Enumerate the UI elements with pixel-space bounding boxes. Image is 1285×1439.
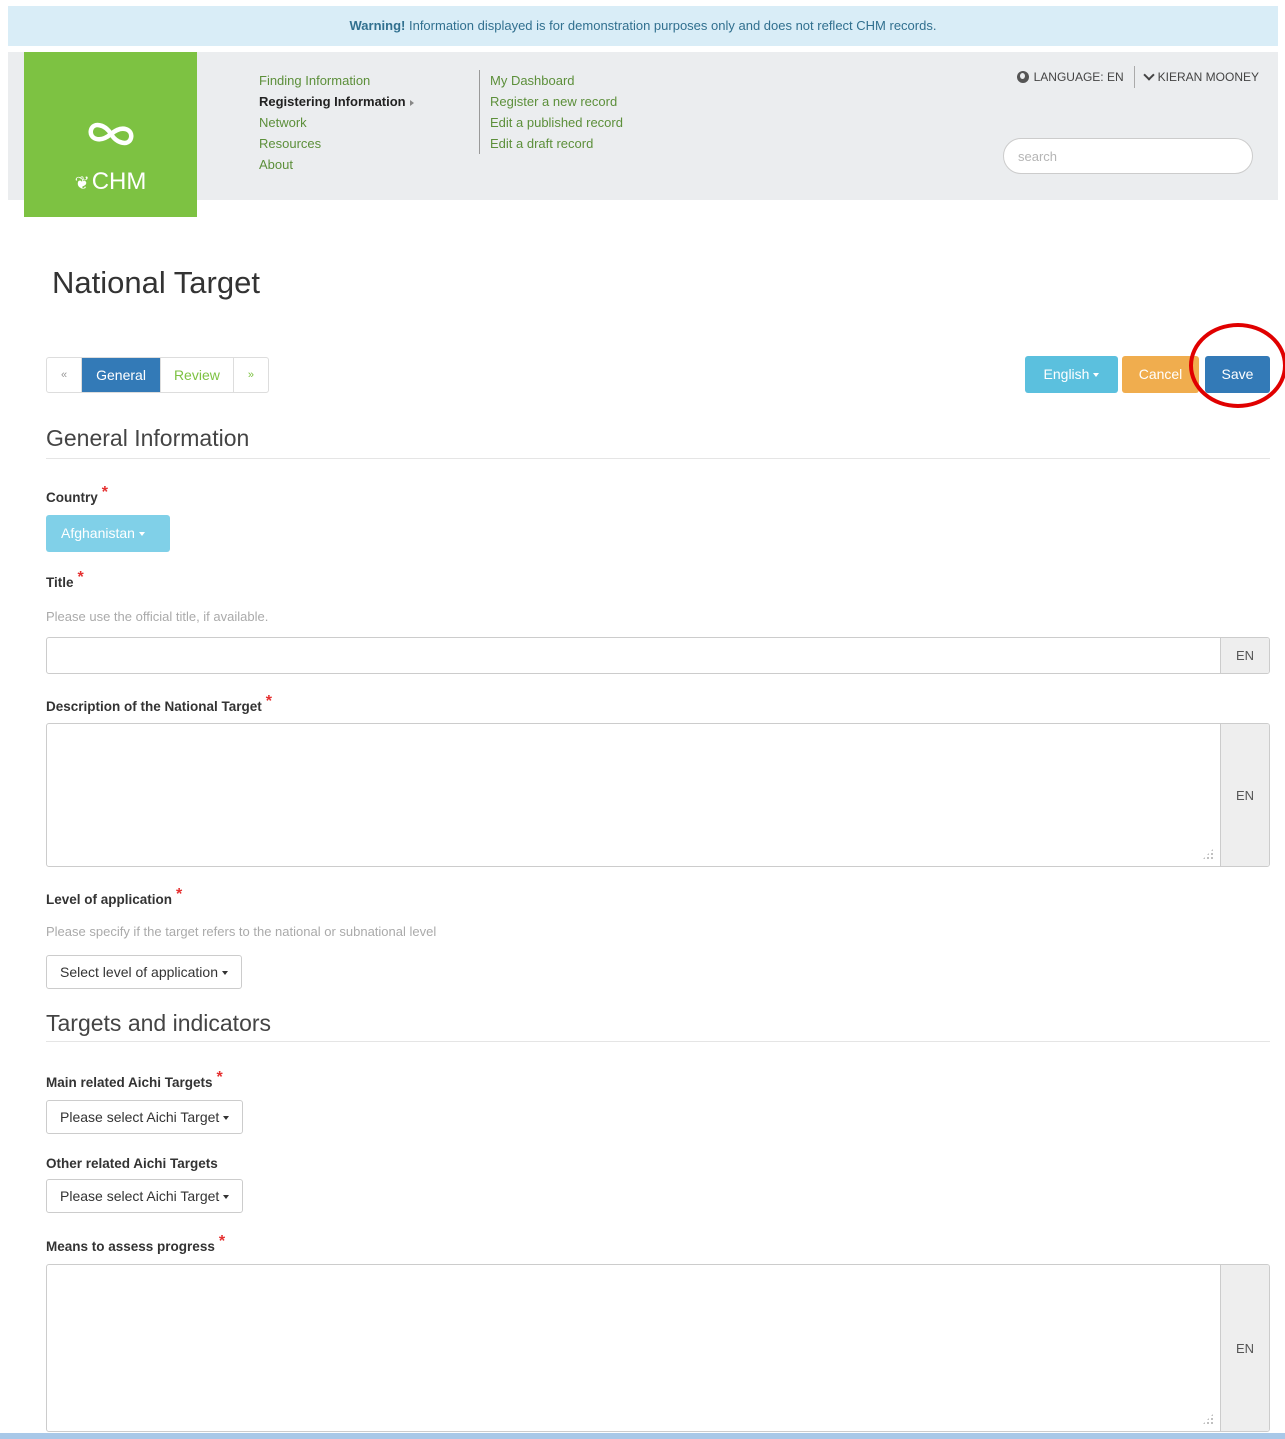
description-input-group: EN [46, 723, 1270, 867]
means-language-addon: EN [1220, 1265, 1269, 1431]
title-input[interactable] [47, 638, 1220, 673]
language-label: LANGUAGE: EN [1033, 70, 1124, 84]
description-textarea[interactable] [47, 724, 1220, 866]
leaf-icon: ❦ [74, 173, 90, 193]
required-marker: * [101, 484, 108, 501]
tab-general[interactable]: General [82, 358, 161, 392]
nav-edit-published-record[interactable]: Edit a published record [490, 112, 623, 133]
tab-review[interactable]: Review [161, 358, 234, 392]
nav-register-new-record[interactable]: Register a new record [490, 91, 623, 112]
warning-label: Warning! [349, 18, 406, 33]
level-help-text: Please specify if the target refers to t… [46, 924, 437, 939]
nav-finding-information[interactable]: Finding Information [259, 70, 414, 91]
language-dropdown-button[interactable]: English [1025, 356, 1118, 393]
required-marker: * [216, 1069, 223, 1086]
means-label-text: Means to assess progress [46, 1239, 215, 1254]
form-tabs: « General Review » [46, 357, 269, 393]
description-language-addon: EN [1220, 724, 1269, 866]
means-label: Means to assess progress * [46, 1233, 225, 1257]
country-label: Country * [46, 484, 108, 508]
required-marker: * [265, 693, 273, 710]
caret-down-icon [223, 1116, 230, 1121]
country-dropdown[interactable]: Afghanistan [46, 515, 170, 552]
other-aichi-label-text: Other related Aichi Targets [46, 1156, 218, 1171]
bottom-border [0, 1433, 1285, 1439]
tab-next-button[interactable]: » [234, 358, 268, 392]
title-input-group: EN [46, 637, 1270, 674]
chm-logo[interactable]: ❦CHM [24, 52, 197, 217]
logo-text: CHM [91, 168, 147, 195]
description-label-text: Description of the National Target [46, 699, 262, 714]
title-label-text: Title [46, 575, 74, 590]
search-input[interactable] [1003, 138, 1253, 174]
warning-text: Information displayed is for demonstrati… [405, 18, 937, 33]
chevron-down-icon [1142, 69, 1155, 81]
level-label: Level of application * [46, 886, 182, 910]
section-divider [46, 458, 1270, 459]
country-label-text: Country [46, 490, 98, 505]
level-dropdown[interactable]: Select level of application [46, 955, 242, 989]
primary-nav: Finding Information Registering Informat… [259, 70, 414, 175]
save-button[interactable]: Save [1205, 356, 1270, 393]
other-aichi-value: Please select Aichi Target [60, 1188, 220, 1204]
nav-network[interactable]: Network [259, 112, 414, 133]
caret-down-icon [1093, 373, 1100, 378]
globe-icon [1016, 71, 1029, 83]
section-divider [46, 1041, 1270, 1042]
required-marker: * [218, 1233, 226, 1250]
secondary-nav: My Dashboard Register a new record Edit … [490, 70, 623, 154]
level-value: Select level of application [60, 964, 218, 980]
caret-down-icon [138, 532, 145, 537]
nav-registering-label: Registering Information [259, 94, 406, 109]
main-aichi-value: Please select Aichi Target [60, 1109, 220, 1125]
resize-grip-icon[interactable] [1202, 848, 1214, 860]
section-targets-heading: Targets and indicators [46, 1010, 272, 1036]
other-aichi-label: Other related Aichi Targets [46, 1156, 218, 1171]
main-aichi-label: Main related Aichi Targets * [46, 1069, 223, 1093]
caret-down-icon [222, 971, 228, 976]
nav-registering-information[interactable]: Registering Information [259, 91, 414, 112]
tab-prev-button[interactable]: « [47, 358, 83, 392]
level-label-text: Level of application [46, 892, 173, 907]
cancel-button[interactable]: Cancel [1122, 356, 1199, 393]
caret-down-icon [223, 1195, 230, 1200]
description-label: Description of the National Target * [46, 693, 272, 717]
nav-my-dashboard[interactable]: My Dashboard [490, 70, 623, 91]
means-input-group: EN [46, 1264, 1270, 1432]
language-dropdown-label: English [1043, 366, 1090, 382]
title-language-addon: EN [1220, 638, 1269, 673]
section-general-heading: General Information [46, 425, 250, 451]
other-aichi-dropdown[interactable]: Please select Aichi Target [46, 1179, 244, 1213]
title-help-text: Please use the official title, if availa… [46, 609, 269, 624]
required-marker: * [176, 886, 183, 903]
title-label: Title * [46, 569, 84, 593]
resize-grip-icon[interactable] [1202, 1413, 1214, 1425]
main-aichi-dropdown[interactable]: Please select Aichi Target [46, 1100, 244, 1134]
required-marker: * [77, 569, 84, 586]
main-aichi-label-text: Main related Aichi Targets [46, 1075, 213, 1090]
user-name: KIERAN MOONEY [1157, 70, 1259, 84]
language-selector[interactable]: LANGUAGE: EN [1016, 66, 1135, 88]
nav-resources[interactable]: Resources [259, 133, 414, 154]
user-menu[interactable]: KIERAN MOONEY [1135, 69, 1259, 84]
means-textarea[interactable] [47, 1265, 1220, 1431]
warning-banner: Warning! Information displayed is for de… [8, 6, 1278, 46]
infinity-icon [24, 116, 197, 157]
page-title: National Target [52, 265, 260, 300]
nav-edit-draft-record[interactable]: Edit a draft record [490, 133, 623, 154]
country-value: Afghanistan [61, 525, 135, 541]
nav-about[interactable]: About [259, 154, 414, 175]
caret-right-icon [409, 99, 414, 106]
top-right-menu: LANGUAGE: EN KIERAN MOONEY [1016, 66, 1259, 88]
nav-divider [479, 70, 480, 154]
